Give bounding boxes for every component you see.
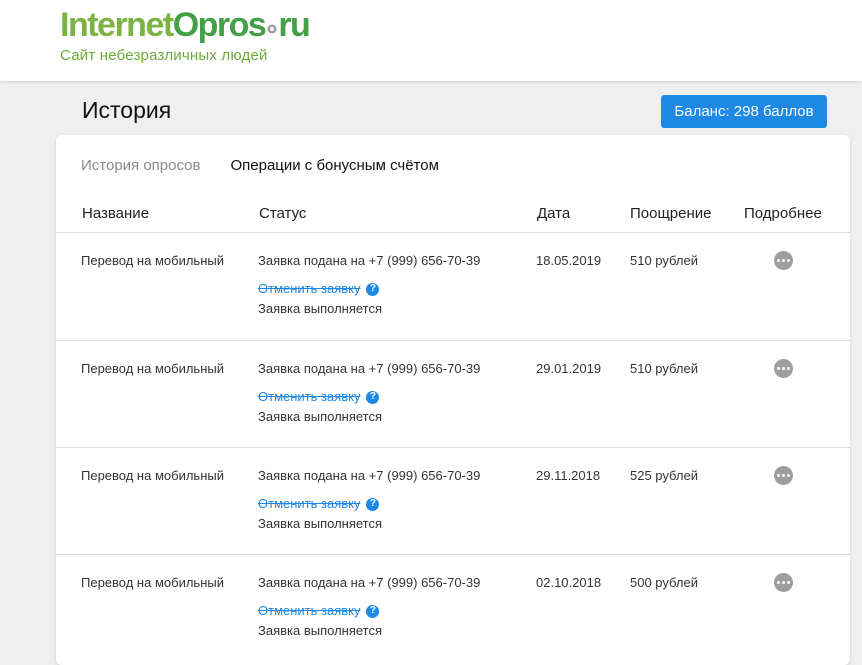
row-reward: 510 рублей <box>630 253 698 268</box>
row-name: Перевод на мобильный <box>81 575 224 590</box>
logo-part-opros: Opros <box>172 6 267 44</box>
tab-bonus-operations[interactable]: Операции с бонусным счётом <box>230 157 438 174</box>
cancel-request-link[interactable]: Отменить заявку <box>258 389 360 405</box>
more-dots-icon[interactable] <box>774 573 793 592</box>
logo-wordmark: Internet Opros ru <box>60 6 311 44</box>
row-status: Заявка подана на +7 (999) 656-70-39 Отме… <box>258 253 480 325</box>
status-progress-text: Заявка выполняется <box>258 623 383 638</box>
more-dots-icon[interactable] <box>774 466 793 485</box>
table-row: Перевод на мобильный Заявка подана на +7… <box>56 554 850 661</box>
column-header-status: Статус <box>259 205 307 222</box>
row-date: 18.05.2019 <box>536 253 602 268</box>
history-card: История опросов Операции с бонусным счёт… <box>56 135 850 665</box>
page-title: История <box>82 97 172 123</box>
tab-survey-history[interactable]: История опросов <box>81 157 200 174</box>
column-header-details: Подробнее <box>744 205 822 222</box>
question-circle-icon[interactable]: ? <box>366 604 380 618</box>
status-submitted-text: Заявка подана на +7 (999) 656-70-39 <box>258 575 481 590</box>
row-date: 29.11.2018 <box>536 468 601 483</box>
cancel-request-link[interactable]: Отменить заявку <box>258 281 360 297</box>
logo-tagline: Сайт небезразличных людей <box>60 47 268 64</box>
logo-part-ru: ru <box>278 6 311 44</box>
logo-part-internet: Internet <box>60 6 174 44</box>
cancel-request-group: Отменить заявку ? <box>258 277 480 301</box>
question-circle-icon[interactable]: ? <box>366 497 380 511</box>
status-submitted-text: Заявка подана на +7 (999) 656-70-39 <box>258 253 481 268</box>
status-submitted-text: Заявка подана на +7 (999) 656-70-39 <box>258 468 481 483</box>
balance-button[interactable]: Баланс: 298 баллов <box>661 95 827 128</box>
table-row: Перевод на мобильный Заявка подана на +7… <box>56 232 850 339</box>
row-date: 29.01.2019 <box>536 361 602 376</box>
site-logo[interactable]: Internet Opros ru Сайт небезразличных люде… <box>60 6 311 64</box>
history-tabs: История опросов Операции с бонусным счёт… <box>81 157 439 174</box>
row-status: Заявка подана на +7 (999) 656-70-39 Отме… <box>258 468 480 540</box>
column-header-name: Название <box>82 205 150 222</box>
row-name: Перевод на мобильный <box>81 468 224 483</box>
cancel-request-group: Отменить заявку ? <box>258 385 480 409</box>
status-submitted-text: Заявка подана на +7 (999) 656-70-39 <box>258 361 481 376</box>
row-status: Заявка подана на +7 (999) 656-70-39 Отме… <box>258 575 480 647</box>
logo-bubble-icon <box>267 24 277 34</box>
status-progress-text: Заявка выполняется <box>258 516 383 531</box>
question-circle-icon[interactable]: ? <box>366 282 380 296</box>
row-reward: 500 рублей <box>630 575 698 590</box>
status-progress-text: Заявка выполняется <box>258 409 383 424</box>
row-reward: 510 рублей <box>630 361 698 376</box>
table-row: Перевод на мобильный Заявка подана на +7… <box>56 447 850 554</box>
column-header-reward: Поощрение <box>630 205 712 222</box>
row-reward: 525 рублей <box>630 468 698 483</box>
row-date: 02.10.2018 <box>536 575 602 590</box>
question-circle-icon[interactable]: ? <box>366 390 380 404</box>
cancel-request-group: Отменить заявку ? <box>258 492 480 516</box>
more-dots-icon[interactable] <box>774 251 793 270</box>
row-name: Перевод на мобильный <box>81 361 224 376</box>
column-header-date: Дата <box>537 205 571 222</box>
row-status: Заявка подана на +7 (999) 656-70-39 Отме… <box>258 361 480 433</box>
more-dots-icon[interactable] <box>774 359 793 378</box>
status-progress-text: Заявка выполняется <box>258 301 383 316</box>
cancel-request-link[interactable]: Отменить заявку <box>258 496 360 512</box>
table-row: Перевод на мобильный Заявка подана на +7… <box>56 340 850 447</box>
row-name: Перевод на мобильный <box>81 253 224 268</box>
cancel-request-link[interactable]: Отменить заявку <box>258 603 360 619</box>
cancel-request-group: Отменить заявку ? <box>258 599 480 623</box>
site-header: Internet Opros ru Сайт небезразличных люде… <box>0 0 862 81</box>
